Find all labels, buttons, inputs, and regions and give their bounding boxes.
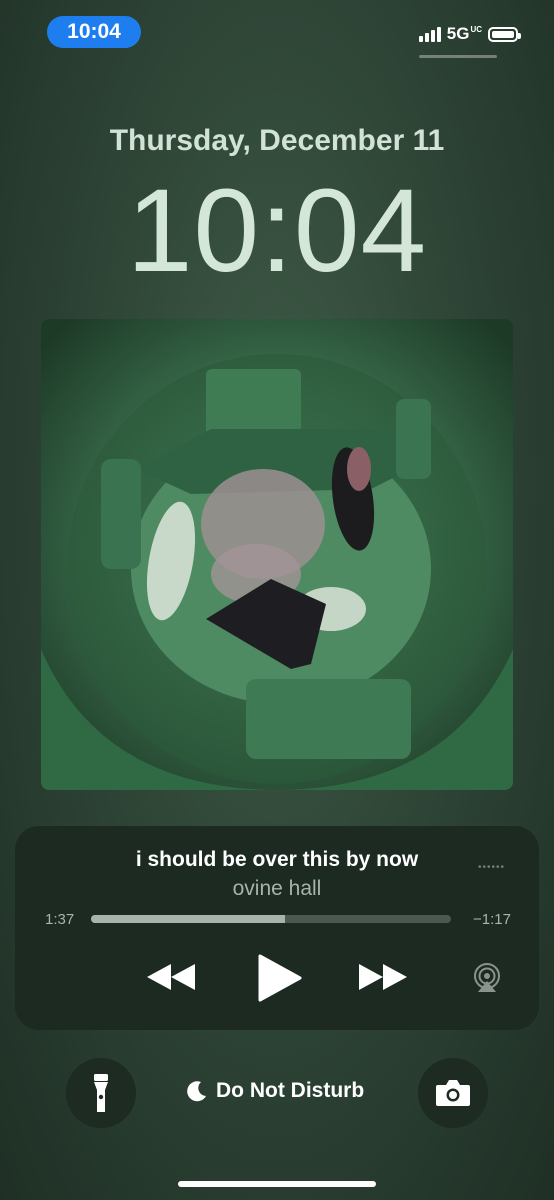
cellular-signal-icon bbox=[418, 26, 441, 42]
status-divider bbox=[419, 55, 497, 58]
rewind-button[interactable] bbox=[145, 962, 197, 997]
focus-mode-indicator[interactable]: Do Not Disturb bbox=[186, 1079, 364, 1103]
airplay-button[interactable] bbox=[471, 962, 503, 999]
camera-button[interactable] bbox=[418, 1058, 488, 1128]
album-artwork[interactable] bbox=[41, 319, 513, 790]
play-button[interactable] bbox=[258, 954, 302, 1007]
now-playing-widget[interactable]: i should be over this by now ovine hall … bbox=[15, 826, 539, 1030]
elapsed-time: 1:37 bbox=[45, 911, 75, 928]
status-indicators: 5G UC bbox=[418, 24, 521, 44]
network-type: 5G UC bbox=[446, 24, 482, 43]
more-dots-icon[interactable]: •••••• bbox=[478, 862, 505, 873]
artist-name: ovine hall bbox=[232, 877, 322, 900]
lock-clock: 10:04 bbox=[126, 165, 428, 297]
playback-progress bbox=[91, 915, 286, 923]
status-time: 10:04 bbox=[67, 20, 121, 43]
airplay-icon bbox=[474, 963, 500, 992]
home-indicator[interactable] bbox=[178, 1181, 376, 1187]
play-icon bbox=[258, 954, 302, 1002]
network-sup: UC bbox=[470, 25, 482, 34]
battery-icon bbox=[488, 26, 521, 42]
focus-mode-label: Do Not Disturb bbox=[216, 1079, 365, 1102]
lock-date: Thursday, December 11 bbox=[109, 124, 445, 157]
song-title: i should be over this by now bbox=[135, 848, 419, 871]
moon-icon bbox=[187, 1081, 206, 1102]
flashlight-icon bbox=[94, 1074, 108, 1112]
flashlight-button[interactable] bbox=[66, 1058, 136, 1128]
camera-icon bbox=[436, 1080, 470, 1106]
remaining-time: −1:17 bbox=[473, 911, 511, 928]
fast-forward-button[interactable] bbox=[357, 962, 409, 997]
playback-scrubber[interactable] bbox=[91, 915, 451, 923]
rewind-icon bbox=[147, 964, 195, 990]
fast-forward-icon bbox=[359, 964, 407, 990]
status-time-pill[interactable]: 10:04 bbox=[47, 16, 141, 48]
